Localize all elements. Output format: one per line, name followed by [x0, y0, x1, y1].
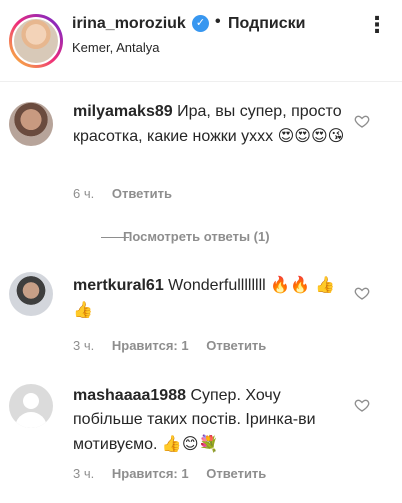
like-heart-icon[interactable]	[354, 113, 370, 129]
comment-time: 3 ч.	[73, 338, 95, 353]
likes-count[interactable]: Нравится: 1	[112, 338, 189, 353]
reply-button[interactable]: Ответить	[206, 466, 266, 481]
comment-meta: 3 ч. Нравится: 1 Ответить	[73, 466, 280, 481]
commenter-username[interactable]: mertkural61	[73, 277, 164, 294]
view-replies-button[interactable]: Посмотреть ответы (1)	[123, 229, 270, 244]
comment-text: mertkural61 Wonderfullllllll 🔥🔥 👍👍	[73, 273, 345, 323]
commenter-avatar[interactable]	[9, 102, 53, 146]
commenter-username[interactable]: milyamaks89	[73, 103, 173, 120]
reply-button[interactable]: Ответить	[206, 338, 266, 353]
commenter-avatar[interactable]	[9, 272, 53, 316]
verified-badge-icon: ✓	[192, 15, 209, 32]
likes-count[interactable]: Нравится: 1	[112, 466, 189, 481]
like-heart-icon[interactable]	[354, 285, 370, 301]
post-header: irina_moroziuk ✓ • Подписки Kemer, Antal…	[0, 0, 402, 82]
author-username[interactable]: irina_moroziuk	[72, 15, 186, 33]
commenter-username[interactable]: mashaaaa1988	[73, 387, 186, 404]
comment-emoji: 👍😊💐	[161, 434, 219, 453]
comment-text: milyamaks89 Ира, вы супер, просто красот…	[73, 100, 345, 149]
header-separator: •	[215, 13, 221, 30]
comment-meta: 6 ч. Ответить	[73, 186, 186, 201]
post-location[interactable]: Kemer, Antalya	[72, 40, 159, 55]
commenter-avatar[interactable]	[9, 384, 53, 428]
like-heart-icon[interactable]	[354, 397, 370, 413]
comment-meta: 3 ч. Нравится: 1 Ответить	[73, 338, 280, 353]
author-avatar[interactable]	[9, 14, 63, 68]
more-options-icon[interactable]: ⋮	[366, 12, 389, 38]
comment-emoji: 😍😍😍😘	[277, 126, 345, 145]
comment-text: mashaaaa1988 Супер. Хочу побільше таких …	[73, 384, 345, 457]
follow-status-button[interactable]: Подписки	[228, 15, 305, 33]
reply-button[interactable]: Ответить	[112, 186, 172, 201]
comment-time: 3 ч.	[73, 466, 95, 481]
comment-body: Wonderfullllllll	[168, 277, 266, 294]
comment-time: 6 ч.	[73, 186, 95, 201]
